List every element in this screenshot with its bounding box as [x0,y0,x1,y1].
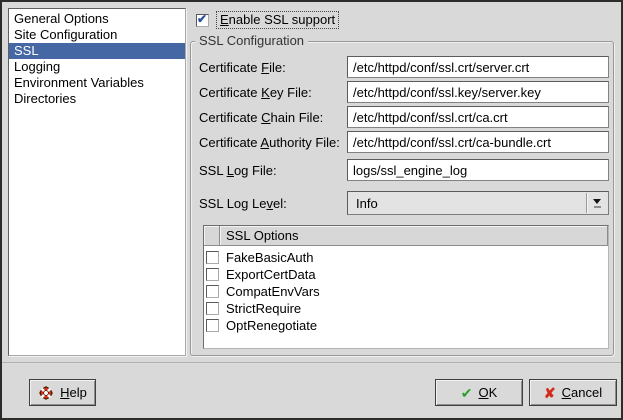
label-post: ancel [571,385,602,400]
label-post: hain File: [271,110,324,125]
label-post: elp [70,385,87,400]
certificate-file-label: Certificate File: [199,60,347,75]
certificate-file-row: Certificate File: [199,56,609,78]
label-post: og File: [234,163,277,178]
label-mnemonic: C [562,385,571,400]
ssl-log-level-dropdown[interactable]: Info [347,191,609,215]
option-checkbox[interactable] [206,285,219,298]
option-label: CompatEnvVars [226,284,320,299]
certificate-chain-file-label: Certificate Chain File: [199,110,347,125]
cancel-button[interactable]: ✘ Cancel [529,379,617,406]
label-pre: SSL Log Le [199,196,266,211]
option-label: StrictRequire [226,301,301,316]
option-checkbox[interactable] [206,251,219,264]
sidebar-item-general-options[interactable]: General Options [9,11,185,27]
label-post: ey File: [270,85,312,100]
certificate-authority-file-row: Certificate Authority File: [199,131,609,153]
help-button[interactable]: Help [29,379,96,406]
sidebar-item-site-configuration[interactable]: Site Configuration [9,27,185,43]
ssl-options-table: SSL Options FakeBasicAuth ExportCertData… [203,225,609,349]
enable-ssl-row: Enable SSL support [196,11,339,29]
label-post: uthority File: [269,135,340,150]
sidebar-list: General Options Site Configuration SSL L… [8,8,186,356]
cancel-button-label: Cancel [562,385,602,400]
ssl-log-file-input[interactable] [347,159,609,181]
certificate-authority-file-input[interactable] [347,131,609,153]
label-post: K [489,385,498,400]
label-pre: Certificate [199,85,261,100]
option-row-fakebasicauth[interactable]: FakeBasicAuth [204,249,608,266]
option-label: OptRenegotiate [226,318,317,333]
option-checkbox[interactable] [206,319,219,332]
httpd-config-dialog: General Options Site Configuration SSL L… [0,0,623,420]
enable-ssl-label[interactable]: Enable SSL support [216,11,339,29]
table-header: SSL Options [204,226,608,246]
label-mnemonic: A [260,135,269,150]
certificate-authority-file-label: Certificate Authority File: [199,135,347,150]
label-mnemonic: O [478,385,488,400]
dropdown-indicator-bar [594,206,601,208]
label-pre: Certificate [199,135,260,150]
dropdown-arrow-button[interactable] [586,193,607,213]
table-body: FakeBasicAuth ExportCertData CompatEnvVa… [204,246,608,348]
sidebar-item-ssl[interactable]: SSL [9,43,185,59]
ssl-options-column-header[interactable]: SSL Options [220,226,608,246]
label-pre: SSL [199,163,227,178]
label-mnemonic: C [261,110,270,125]
enable-ssl-label-mnemonic: E [220,12,229,27]
option-row-exportcertdata[interactable]: ExportCertData [204,266,608,283]
help-button-label: Help [60,385,87,400]
button-bar-separator [2,362,621,364]
certificate-chain-file-row: Certificate Chain File: [199,106,609,128]
label-mnemonic: K [261,85,270,100]
ssl-log-level-label: SSL Log Level: [199,196,347,211]
green-check-icon: ✔ [461,386,473,400]
sidebar-item-directories[interactable]: Directories [9,91,185,107]
certificate-key-file-row: Certificate Key File: [199,81,609,103]
ssl-configuration-frame: SSL Configuration Certificate File: Cert… [190,41,614,356]
option-label: ExportCertData [226,267,316,282]
enable-ssl-checkbox[interactable] [196,14,209,27]
option-checkbox[interactable] [206,268,219,281]
frame-title: SSL Configuration [195,33,308,48]
label-post: el: [273,196,287,211]
certificate-key-file-label: Certificate Key File: [199,85,347,100]
option-checkbox[interactable] [206,302,219,315]
label-pre: Certificate [199,60,261,75]
ok-button[interactable]: ✔ OK [435,379,523,406]
enable-ssl-label-post: nable SSL support [229,12,335,27]
label-mnemonic: F [261,60,269,75]
certificate-key-file-input[interactable] [347,81,609,103]
certificate-file-input[interactable] [347,56,609,78]
label-mnemonic: H [60,385,69,400]
label-mnemonic: L [227,163,234,178]
label-post: ile: [269,60,286,75]
certificate-chain-file-input[interactable] [347,106,609,128]
ssl-log-level-row: SSL Log Level: Info [199,191,609,215]
life-preserver-icon [38,385,54,401]
red-x-icon: ✘ [544,386,556,400]
option-row-strictrequire[interactable]: StrictRequire [204,300,608,317]
checkbox-column-header[interactable] [204,226,220,246]
option-label: FakeBasicAuth [226,250,313,265]
sidebar-item-environment-variables[interactable]: Environment Variables [9,75,185,91]
dropdown-selected-value: Info [356,196,378,211]
ok-button-label: OK [478,385,497,400]
ssl-log-file-label: SSL Log File: [199,163,347,178]
option-row-compatenvvars[interactable]: CompatEnvVars [204,283,608,300]
label-pre: Certificate [199,110,261,125]
sidebar-item-logging[interactable]: Logging [9,59,185,75]
option-row-optrenegotiate[interactable]: OptRenegotiate [204,317,608,334]
chevron-down-icon [593,199,601,204]
ssl-log-file-row: SSL Log File: [199,159,609,181]
